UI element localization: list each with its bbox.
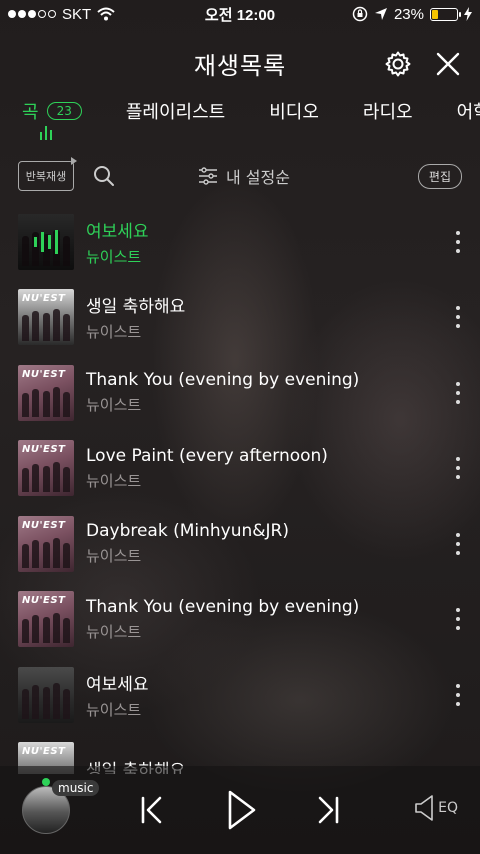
- mini-player: music EQ: [0, 766, 480, 854]
- track-artist: 뉴이스트: [86, 396, 142, 415]
- page-title: 재생목록: [193, 51, 287, 80]
- tab-label: 어학: [456, 102, 480, 123]
- track-title: Thank You (evening by evening): [86, 370, 360, 391]
- repeat-button[interactable]: 반복재생: [18, 157, 77, 191]
- album-cover: NU'EST: [18, 591, 74, 648]
- track-title: 생일 축하해요: [86, 297, 186, 318]
- track-artist: 뉴이스트: [86, 471, 142, 490]
- previous-track-icon[interactable]: [130, 788, 174, 832]
- rotation-lock-icon: [352, 6, 368, 22]
- list-toolbar: 반복재생 내 설정순 편집: [0, 148, 480, 204]
- location-icon: [374, 8, 387, 20]
- song-count-badge: 23: [46, 102, 82, 120]
- eq-label: EQ: [438, 800, 458, 816]
- track-row[interactable]: 여보세요 뉴이스트: [0, 657, 480, 733]
- sort-label: 내 설정순: [226, 168, 290, 187]
- track-artist: 뉴이스트: [86, 622, 142, 641]
- more-options-icon[interactable]: [454, 457, 462, 480]
- track-row[interactable]: NU'EST 생일 축하해요 뉴이스트: [0, 280, 480, 356]
- tab-label: 라디오: [362, 102, 413, 123]
- more-options-icon[interactable]: [454, 381, 462, 404]
- track-list: 여보세요 뉴이스트 NU'EST 생일 축하해요 뉴이스트 NU'EST Tha…: [0, 204, 480, 774]
- track-artist: 뉴이스트: [86, 247, 142, 266]
- play-icon[interactable]: [218, 788, 262, 832]
- more-options-icon[interactable]: [454, 532, 462, 555]
- battery-icon: [430, 7, 461, 21]
- track-title: Love Paint (every afternoon): [86, 445, 328, 466]
- track-artist: 뉴이스트: [86, 547, 142, 566]
- wifi-icon: [97, 7, 115, 21]
- track-artist: 뉴이스트: [86, 700, 142, 719]
- track-row[interactable]: NU'EST Love Paint (every afternoon) 뉴이스트: [0, 431, 480, 507]
- track-row[interactable]: NU'EST Thank You (evening by evening) 뉴이…: [0, 355, 480, 431]
- album-cover: [18, 213, 74, 270]
- tab-label: 비디오: [269, 102, 319, 123]
- tab-language[interactable]: 어학: [457, 98, 480, 124]
- more-options-icon[interactable]: [454, 683, 462, 706]
- gear-icon[interactable]: [384, 50, 412, 78]
- track-artist: 뉴이스트: [86, 323, 142, 342]
- track-row[interactable]: NU'EST Thank You (evening by evening) 뉴이…: [0, 582, 480, 658]
- playlist-header: 재생목록: [0, 28, 480, 98]
- status-dot: [42, 778, 50, 786]
- track-title: 여보세요: [86, 221, 149, 242]
- more-options-icon[interactable]: [454, 608, 462, 631]
- search-icon[interactable]: [92, 164, 116, 188]
- track-row[interactable]: 여보세요 뉴이스트: [0, 204, 480, 280]
- close-icon[interactable]: [434, 50, 462, 78]
- battery-percent: 23%: [393, 5, 424, 23]
- track-title: Daybreak (Minhyun&JR): [86, 521, 289, 542]
- category-tabs: 곡 23 플레이리스트 비디오 라디오 어학: [0, 98, 480, 148]
- charging-icon: [464, 7, 472, 21]
- track-title: 여보세요: [86, 674, 149, 695]
- track-row[interactable]: NU'EST Daybreak (Minhyun&JR) 뉴이스트: [0, 506, 480, 582]
- album-cover: [18, 666, 74, 723]
- now-playing-equalizer-icon: [18, 213, 74, 270]
- edit-button[interactable]: 편집: [417, 163, 462, 189]
- music-badge: music: [52, 780, 100, 796]
- album-cover: NU'EST: [18, 515, 74, 572]
- signal-strength-icon: [8, 10, 56, 18]
- sort-button[interactable]: 내 설정순: [198, 164, 290, 188]
- tab-songs[interactable]: 곡 23: [22, 98, 82, 140]
- active-tab-indicator: [40, 126, 52, 140]
- more-options-icon[interactable]: [454, 306, 462, 329]
- album-cover: NU'EST: [18, 364, 74, 421]
- next-track-icon[interactable]: [306, 788, 350, 832]
- tab-label: 곡: [22, 102, 39, 123]
- sliders-icon: [199, 167, 217, 185]
- more-options-icon[interactable]: [454, 230, 462, 253]
- tab-radio[interactable]: 라디오: [363, 98, 413, 124]
- track-title: Thank You (evening by evening): [86, 596, 360, 617]
- album-cover: NU'EST: [18, 289, 74, 346]
- album-cover: NU'EST: [18, 440, 74, 497]
- speaker-icon: [415, 795, 433, 821]
- status-bar: SKT 오전 12:00 23%: [0, 0, 480, 28]
- eq-button[interactable]: EQ: [414, 794, 458, 822]
- tab-label: 플레이리스트: [125, 102, 226, 123]
- tab-video[interactable]: 비디오: [269, 98, 319, 124]
- carrier-label: SKT: [62, 5, 92, 23]
- tab-playlists[interactable]: 플레이리스트: [126, 98, 225, 124]
